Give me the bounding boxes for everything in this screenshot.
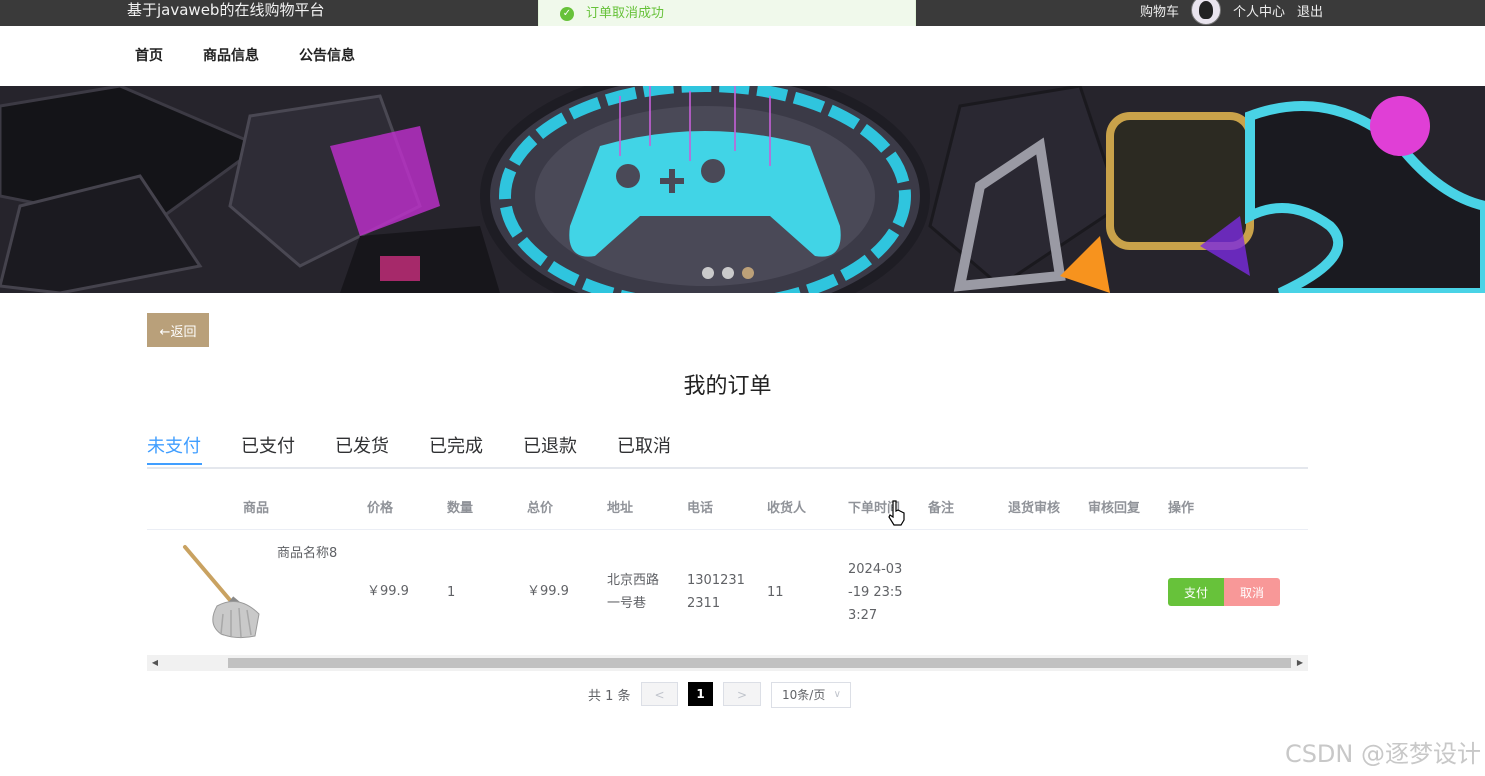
product-image[interactable] bbox=[177, 544, 267, 639]
page-title: 我的订单 bbox=[683, 374, 772, 399]
prev-page-button[interactable]: < bbox=[641, 682, 678, 706]
tab-paid[interactable]: 已支付 bbox=[241, 433, 295, 461]
address-line-1: 北京西路 bbox=[607, 573, 660, 588]
site-brand[interactable]: 基于javaweb的在线购物平台 bbox=[127, 0, 324, 20]
time-line-3: 3:27 bbox=[848, 608, 878, 623]
avatar[interactable] bbox=[1190, 0, 1221, 25]
banner-image bbox=[0, 86, 1485, 293]
hand-cursor-icon bbox=[888, 500, 905, 526]
tab-cancelled[interactable]: 已取消 bbox=[617, 433, 671, 461]
phone-line-1: 1301231 bbox=[687, 573, 745, 588]
banner-carousel[interactable] bbox=[0, 86, 1485, 293]
cell-receiver: 11 bbox=[767, 585, 784, 600]
time-line-2: -19 23:5 bbox=[848, 585, 903, 600]
carousel-dot-1[interactable] bbox=[702, 267, 714, 279]
col-actions: 操作 bbox=[1168, 501, 1195, 516]
scrollbar-thumb[interactable] bbox=[228, 658, 1291, 668]
phone-line-2: 2311 bbox=[687, 596, 721, 611]
time-line-1: 2024-03 bbox=[848, 562, 903, 577]
check-circle-icon: ✓ bbox=[560, 7, 574, 21]
order-status-tabs: 未支付 已支付 已发货 已完成 已退款 已取消 bbox=[147, 433, 1308, 469]
next-page-button[interactable]: > bbox=[723, 682, 761, 706]
page-size-value: 10条/页 bbox=[782, 688, 826, 702]
current-page[interactable]: 1 bbox=[688, 682, 713, 706]
watermark: CSDN @逐梦设计 bbox=[1284, 740, 1481, 768]
carousel-dots bbox=[702, 267, 754, 279]
cell-address: 北京西路 一号巷 bbox=[607, 569, 659, 615]
table-horizontal-scrollbar[interactable]: ◀ ▶ bbox=[147, 655, 1308, 671]
tab-refunded[interactable]: 已退款 bbox=[523, 433, 577, 461]
carousel-dot-2[interactable] bbox=[722, 267, 734, 279]
toast-message: 订单取消成功 bbox=[586, 6, 665, 21]
address-line-2: 一号巷 bbox=[607, 596, 647, 611]
active-tab-indicator bbox=[147, 463, 202, 465]
tab-completed[interactable]: 已完成 bbox=[429, 433, 483, 461]
pagination-total: 共 1 条 bbox=[588, 689, 631, 704]
pay-button[interactable]: 支付 bbox=[1168, 578, 1224, 606]
col-product: 商品 bbox=[243, 501, 270, 516]
tab-unpaid[interactable]: 未支付 bbox=[147, 433, 201, 461]
col-return-review: 退货审核 bbox=[1008, 501, 1061, 516]
tab-shipped[interactable]: 已发货 bbox=[335, 433, 389, 461]
scroll-left-arrow-icon[interactable]: ◀ bbox=[147, 655, 163, 671]
scroll-right-arrow-icon[interactable]: ▶ bbox=[1292, 655, 1308, 671]
carousel-dot-3[interactable] bbox=[742, 267, 754, 279]
col-price: 价格 bbox=[367, 501, 394, 516]
nav-item-products[interactable]: 商品信息 bbox=[203, 45, 259, 65]
cell-order-time: 2024-03 -19 23:5 3:27 bbox=[848, 558, 903, 627]
col-quantity: 数量 bbox=[447, 501, 474, 516]
nav-item-notices[interactable]: 公告信息 bbox=[299, 45, 355, 65]
profile-link[interactable]: 个人中心 bbox=[1233, 4, 1285, 21]
col-phone: 电话 bbox=[687, 501, 714, 516]
cell-phone: 1301231 2311 bbox=[687, 569, 745, 615]
main-nav: 首页 商品信息 公告信息 bbox=[0, 26, 1485, 86]
cell-quantity: 1 bbox=[447, 585, 456, 600]
col-receiver: 收货人 bbox=[767, 501, 807, 516]
cart-link[interactable]: 购物车 bbox=[1140, 4, 1179, 21]
logout-link[interactable]: 退出 bbox=[1297, 4, 1323, 21]
orders-table-header: 商品 价格 数量 总价 地址 电话 收货人 下单时间 备注 退货审核 审核回复 … bbox=[147, 486, 1308, 530]
chevron-down-icon: ∨ bbox=[833, 689, 841, 700]
col-remark: 备注 bbox=[928, 501, 955, 516]
table-row: 商品名称8 ￥99.9 1 ￥99.9 北京西路 一号巷 1301231 231… bbox=[147, 530, 1308, 654]
back-button[interactable]: ←返回 bbox=[147, 313, 209, 347]
top-right-links: 购物车 个人中心 退出 bbox=[1140, 0, 1323, 25]
cell-total: ￥99.9 bbox=[527, 584, 569, 599]
cancel-order-button[interactable]: 取消 bbox=[1224, 578, 1280, 606]
cell-price: ￥99.9 bbox=[367, 584, 409, 599]
nav-item-home[interactable]: 首页 bbox=[135, 45, 163, 65]
col-address: 地址 bbox=[607, 501, 634, 516]
col-total: 总价 bbox=[527, 501, 554, 516]
product-name: 商品名称8 bbox=[277, 546, 338, 561]
col-review-reply: 审核回复 bbox=[1088, 501, 1141, 516]
page-size-select[interactable]: 10条/页 ∨ bbox=[771, 682, 851, 708]
